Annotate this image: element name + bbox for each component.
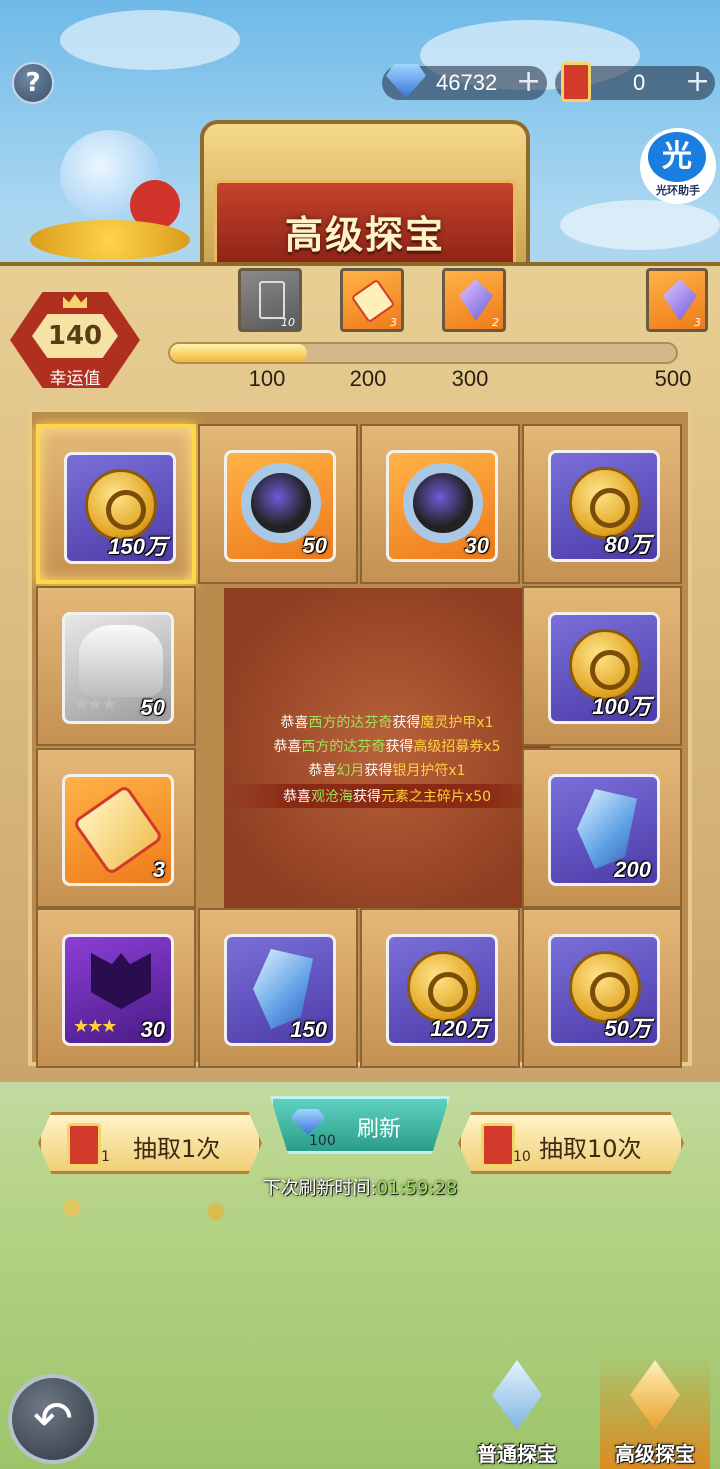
tab-normal-treasure[interactable]: 普通探宝 — [462, 1354, 572, 1469]
draw-once-button[interactable]: 1 抽取1次 — [38, 1112, 262, 1174]
crystal-tab-icon — [492, 1360, 542, 1430]
broadcast-line: 恭喜西方的达芬奇获得魔灵护甲x1 — [280, 715, 494, 731]
luck-progress-bar — [168, 342, 678, 364]
diamond-icon — [291, 1109, 325, 1135]
orb-icon — [403, 463, 483, 543]
tab-advanced-treasure[interactable]: 高级探宝 — [600, 1354, 710, 1469]
prize-cell-crystal[interactable]: 200 — [522, 748, 682, 908]
assistant-icon: 光 — [648, 132, 706, 182]
star-rating: ★★★ — [73, 1016, 117, 1037]
page-title: 高级探宝 — [284, 213, 445, 257]
prize-cell-coin[interactable]: 80万 — [522, 424, 682, 584]
luck-progress-fill — [170, 344, 307, 362]
broadcast-area: 恭喜西方的达芬奇获得魔灵护甲x1 恭喜西方的达芬奇获得高级招募券x5 恭喜幻月获… — [224, 588, 550, 908]
star-rating: ★★★ — [73, 694, 117, 715]
milestone-threshold: 500 — [654, 366, 692, 391]
prize-cell-orb[interactable]: 30 — [360, 424, 520, 584]
prize-cell-coin[interactable]: 50万 — [522, 908, 682, 1068]
milestone-reward-200[interactable]: 3 — [340, 268, 404, 332]
gold-pile-decoration — [0, 1188, 720, 1228]
add-ticket-button[interactable]: + — [685, 67, 710, 97]
golden-crystal-tab-icon — [630, 1360, 680, 1430]
diamond-amount: 46732 — [436, 70, 498, 95]
orb-icon — [241, 463, 321, 543]
back-button[interactable]: ↶ — [8, 1374, 98, 1464]
prize-cell-scroll[interactable]: 3 — [36, 748, 196, 908]
draw-ten-button[interactable]: 10 抽取10次 — [458, 1112, 684, 1174]
prize-cell-hero-shard[interactable]: ★★★ 50 — [36, 586, 196, 746]
help-button[interactable]: ? — [12, 62, 54, 104]
ticket-counter: 0 + — [555, 62, 715, 102]
broadcast-line: 恭喜幻月获得银月护符x1 — [308, 763, 466, 779]
milestone-reward-100[interactable]: 10 — [238, 268, 302, 332]
prize-cell-dark-shard[interactable]: ★★★ 30 — [36, 908, 196, 1068]
prize-cell-coin[interactable]: 100万 — [522, 586, 682, 746]
milestone-reward-500[interactable]: 3 — [646, 268, 708, 332]
diamond-counter: 46732 + — [382, 64, 547, 100]
prize-board: 恭喜西方的达芬奇获得魔灵护甲x1 恭喜西方的达芬奇获得高级招募券x5 恭喜幻月获… — [28, 408, 692, 1068]
luck-value: 140 — [32, 314, 118, 358]
broadcast-line-highlight: 恭喜观沧海获得元素之主碎片x50 — [224, 784, 550, 808]
scroll-icon — [72, 784, 164, 876]
assistant-label: 光环助手 — [656, 184, 700, 197]
milestone-threshold: 200 — [349, 366, 387, 391]
add-diamond-button[interactable]: + — [516, 67, 541, 97]
milestone-reward-300[interactable]: 2 — [442, 268, 506, 332]
dark-mask-icon — [91, 953, 151, 1009]
assistant-button[interactable]: 光 光环助手 — [640, 128, 716, 204]
prize-cell-coin[interactable]: 150万 — [36, 424, 196, 584]
diamond-icon — [386, 64, 426, 98]
ticket-card-icon — [561, 62, 591, 102]
broadcast-line: 恭喜西方的达芬奇获得高级招募券x5 — [273, 739, 501, 755]
luck-badge: 140 幸运值 — [10, 292, 140, 389]
prize-cell-coin[interactable]: 120万 — [360, 908, 520, 1068]
ticket-card-icon — [67, 1123, 101, 1167]
milestone-threshold: 100 — [248, 366, 286, 391]
dragon-mascot-icon — [30, 110, 190, 260]
refresh-button[interactable]: 100 刷新 — [270, 1096, 450, 1154]
luck-label: 幸运值 — [49, 369, 101, 389]
hero-portrait-icon — [79, 625, 163, 697]
milestone-threshold: 300 — [451, 366, 489, 391]
ticket-card-icon — [481, 1123, 515, 1167]
ticket-amount: 0 — [633, 70, 646, 95]
prize-cell-orb[interactable]: 50 — [198, 424, 358, 584]
title-banner: 高级探宝 — [200, 120, 530, 280]
prize-cell-crystal[interactable]: 150 — [198, 908, 358, 1068]
